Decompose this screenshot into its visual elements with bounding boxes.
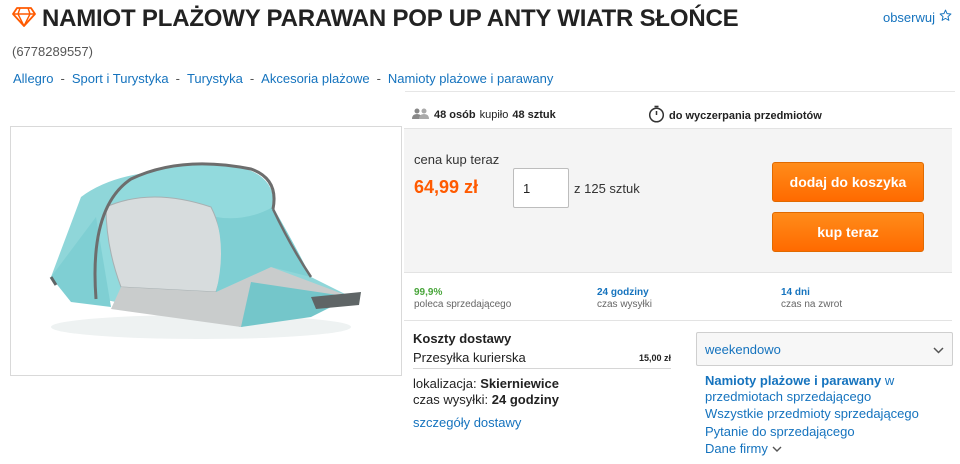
divider: [413, 368, 671, 369]
units-count: 48 sztuk: [512, 109, 556, 121]
people-icon: [412, 108, 430, 122]
product-image[interactable]: [10, 126, 402, 376]
seller-category-item: Namioty plażowe i parawany w przedmiotac…: [705, 373, 955, 404]
seller-category-link[interactable]: Namioty plażowe i parawany: [705, 373, 881, 388]
buyers-stats: 48 osób kupiło 48 sztuk: [412, 108, 556, 122]
title-row: NAMIOT PLAŻOWY PARAWAN POP UP ANTY WIATR…: [12, 4, 739, 34]
company-data-link[interactable]: Dane firmy: [705, 441, 768, 457]
tent-illustration: [49, 162, 361, 339]
chevron-down-icon: [772, 441, 782, 457]
location-value: Skierniewice: [480, 376, 559, 391]
star-outline-icon: [939, 9, 952, 25]
metric-label: poleca sprzedającego: [414, 299, 512, 310]
seller-category-scope[interactable]: przedmiotach sprzedającego: [705, 389, 871, 404]
stock-info: do wyczerpania przedmiotów: [648, 105, 822, 126]
item-id: (6778289557): [12, 44, 93, 59]
breadcrumb: Allegro - Sport i Turystyka - Turystyka …: [13, 71, 553, 86]
stopwatch-icon: [648, 105, 665, 126]
seller-all-items-link[interactable]: Wszystkie przedmioty sprzedającego: [705, 406, 919, 421]
seller-name: weekendowo: [705, 341, 781, 357]
breadcrumb-separator: -: [249, 71, 255, 86]
breadcrumb-separator: -: [376, 71, 381, 86]
buy-now-button[interactable]: kup teraz: [772, 212, 924, 252]
breadcrumb-akcesoria[interactable]: Akcesoria plażowe: [261, 71, 369, 86]
metric-value: 14 dni: [781, 287, 810, 298]
seller-dropdown[interactable]: weekendowo: [696, 332, 953, 366]
quantity-input[interactable]: [513, 168, 569, 208]
metric-value: 24 godziny: [597, 287, 649, 298]
breadcrumb-namioty[interactable]: Namioty plażowe i parawany: [388, 71, 553, 86]
stock-text: do wyczerpania przedmiotów: [669, 109, 822, 122]
divider: [404, 320, 952, 321]
delivery-details-link[interactable]: szczegóły dostawy: [413, 415, 521, 430]
shipping-label: czas wysyłki:: [413, 392, 489, 407]
metric-label: czas wysyłki: [597, 299, 653, 310]
shipping-value: 24 godziny: [491, 392, 559, 407]
delivery-method: Przesyłka kurierska: [413, 350, 526, 365]
breadcrumb-separator: -: [60, 71, 65, 86]
location-label: lokalizacja:: [413, 376, 477, 391]
add-to-cart-button[interactable]: dodaj do koszyka: [772, 162, 924, 202]
breadcrumb-separator: -: [175, 71, 180, 86]
divider: [404, 272, 952, 273]
watch-button[interactable]: obserwuj: [883, 9, 952, 25]
bought-text: kupiło: [479, 109, 509, 121]
delivery-method-row: Przesyłka kurierska 15,00 zł: [413, 350, 671, 365]
chevron-down-icon: [933, 342, 944, 357]
metric-label: czas na zwrot: [781, 299, 843, 310]
seller-links: Namioty plażowe i parawany w przedmiotac…: [705, 373, 955, 459]
watch-label: obserwuj: [882, 9, 935, 25]
seller-question-link[interactable]: Pytanie do sprzedającego: [705, 424, 855, 439]
diamond-icon: [12, 6, 36, 33]
breadcrumb-turystyka[interactable]: Turystyka: [187, 71, 243, 86]
breadcrumb-allegro[interactable]: Allegro: [13, 71, 53, 86]
breadcrumb-sport[interactable]: Sport i Turystyka: [72, 71, 169, 86]
delivery-price: 15,00 zł: [638, 352, 671, 363]
divider: [405, 91, 955, 92]
seller-category-suffix: w: [884, 373, 895, 388]
quantity-available: z 125 sztuk: [574, 181, 640, 196]
price-value: 64,99 zł: [414, 177, 479, 197]
location-info: lokalizacja: Skierniewice czas wysyłki: …: [413, 376, 559, 408]
metric-recommend[interactable]: 99,9% poleca sprzedającego: [414, 287, 511, 311]
metric-return-time[interactable]: 14 dni czas na zwrot: [781, 287, 842, 311]
metric-shipping-time[interactable]: 24 godziny czas wysyłki: [597, 287, 652, 311]
page-title: NAMIOT PLAŻOWY PARAWAN POP UP ANTY WIATR…: [42, 5, 739, 32]
company-data-toggle[interactable]: Dane firmy: [705, 441, 955, 457]
price-label: cena kup teraz: [414, 152, 500, 167]
metric-value: 99,9%: [414, 287, 443, 298]
seller-category-name: Namioty plażowe i parawany: [705, 373, 882, 388]
delivery-title: Koszty dostawy: [413, 331, 512, 346]
buyers-count: 48 osób: [434, 109, 476, 121]
